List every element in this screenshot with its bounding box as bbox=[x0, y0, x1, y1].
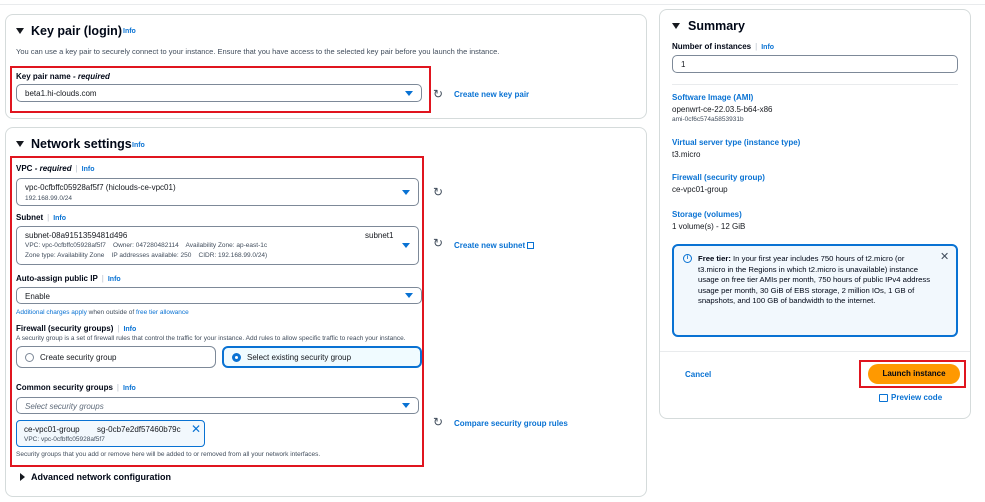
instances-info-link[interactable]: Info bbox=[761, 44, 774, 51]
highlight-box bbox=[10, 66, 431, 113]
highlight-box bbox=[859, 360, 966, 388]
collapse-icon[interactable] bbox=[16, 28, 24, 34]
instances-input[interactable]: 1 bbox=[672, 55, 958, 73]
storage-value: 1 volume(s) - 12 GiB bbox=[672, 222, 746, 231]
compare-sg-rules-link[interactable]: Compare security group rules bbox=[454, 419, 568, 428]
highlight-box bbox=[10, 156, 424, 467]
create-subnet-link[interactable]: Create new subnet bbox=[454, 241, 535, 250]
ami-link[interactable]: Software Image (AMI) bbox=[672, 93, 753, 102]
summary-title: Summary bbox=[688, 19, 745, 33]
ami-value: openwrt-ce-22.03.5-b64-x86 bbox=[672, 105, 773, 114]
refresh-icon[interactable]: ↻ bbox=[433, 185, 443, 199]
firewall-summary-link[interactable]: Firewall (security group) bbox=[672, 173, 765, 182]
collapse-icon[interactable] bbox=[672, 23, 680, 29]
code-icon bbox=[879, 393, 888, 402]
cancel-button[interactable]: Cancel bbox=[685, 370, 711, 379]
refresh-icon[interactable]: ↻ bbox=[433, 87, 443, 101]
key-pair-description: You can use a key pair to securely conne… bbox=[16, 47, 500, 56]
expand-icon[interactable] bbox=[20, 473, 25, 481]
info-icon: i bbox=[683, 254, 692, 263]
ami-id: ami-0cf6c574a5853931b bbox=[672, 116, 744, 123]
external-link-icon bbox=[527, 242, 535, 250]
top-divider bbox=[0, 4, 985, 5]
divider bbox=[660, 351, 970, 352]
key-pair-title: Key pair (login) bbox=[31, 24, 122, 38]
storage-link[interactable]: Storage (volumes) bbox=[672, 210, 742, 219]
summary-panel: Summary Number of instances | Info 1 Softw… bbox=[659, 9, 971, 419]
refresh-icon[interactable]: ↻ bbox=[433, 415, 443, 429]
free-tier-text: Free tier: In your first year includes 7… bbox=[698, 254, 931, 305]
collapse-icon[interactable] bbox=[16, 141, 24, 147]
create-key-pair-link[interactable]: Create new key pair bbox=[454, 90, 529, 99]
refresh-icon[interactable]: ↻ bbox=[433, 236, 443, 250]
close-icon[interactable]: ✕ bbox=[940, 250, 949, 263]
divider bbox=[672, 84, 958, 85]
key-pair-info-link[interactable]: Info bbox=[123, 28, 136, 35]
instance-type-value: t3.micro bbox=[672, 150, 701, 159]
instance-type-link[interactable]: Virtual server type (instance type) bbox=[672, 138, 800, 147]
firewall-summary-value: ce-vpc01-group bbox=[672, 185, 728, 194]
network-info-link[interactable]: Info bbox=[132, 142, 145, 149]
advanced-network-toggle[interactable]: Advanced network configuration bbox=[31, 472, 171, 482]
free-tier-alert: i Free tier: In your first year includes… bbox=[672, 244, 958, 337]
network-settings-title: Network settings bbox=[31, 137, 132, 151]
instances-label: Number of instances | Info bbox=[672, 42, 775, 51]
preview-code-link[interactable]: Preview code bbox=[879, 393, 942, 402]
